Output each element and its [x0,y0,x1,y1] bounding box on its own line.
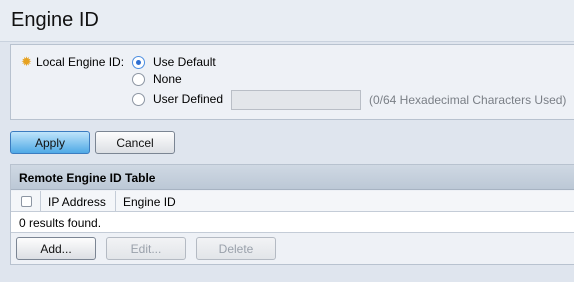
local-engine-panel: ✹ Local Engine ID: Use Default None User… [10,44,574,120]
radio-none-button[interactable] [132,72,145,86]
character-count-hint: (0/64 Hexadecimal Characters Used) [369,93,567,107]
empty-results-row: 0 results found. [11,212,574,233]
radio-use-default[interactable]: Use Default [132,54,216,70]
table-caption: Remote Engine ID Table [11,165,574,190]
page-header: Engine ID [0,0,574,42]
column-divider [115,191,116,212]
page-title: Engine ID [11,9,99,31]
table-header-row: IP Address Engine ID [11,191,574,212]
star-icon: ✹ [21,54,32,69]
remote-engine-table: Remote Engine ID Table IP Address Engine… [10,164,574,265]
radio-none-label[interactable]: None [153,72,182,86]
radio-none[interactable]: None [132,71,182,87]
column-engine-id: Engine ID [123,195,176,209]
select-all-checkbox[interactable] [21,196,32,207]
radio-use-default-label[interactable]: Use Default [153,55,216,69]
radio-user-defined[interactable]: User Defined [132,91,223,107]
delete-button[interactable]: Delete [196,237,276,260]
add-button[interactable]: Add... [16,237,96,260]
local-engine-label: Local Engine ID: [36,55,125,69]
radio-user-defined-label[interactable]: User Defined [153,92,223,106]
cancel-button[interactable]: Cancel [95,131,175,154]
user-defined-engine-id-input[interactable] [231,90,361,110]
table-title: Remote Engine ID Table [19,171,156,185]
results-count: 0 results found. [19,216,102,230]
column-divider [40,191,41,212]
edit-button[interactable]: Edit... [106,237,186,260]
radio-use-default-button[interactable] [132,55,145,69]
column-ip-address: IP Address [48,195,106,209]
radio-user-defined-button[interactable] [132,92,145,106]
apply-button[interactable]: Apply [10,131,90,154]
